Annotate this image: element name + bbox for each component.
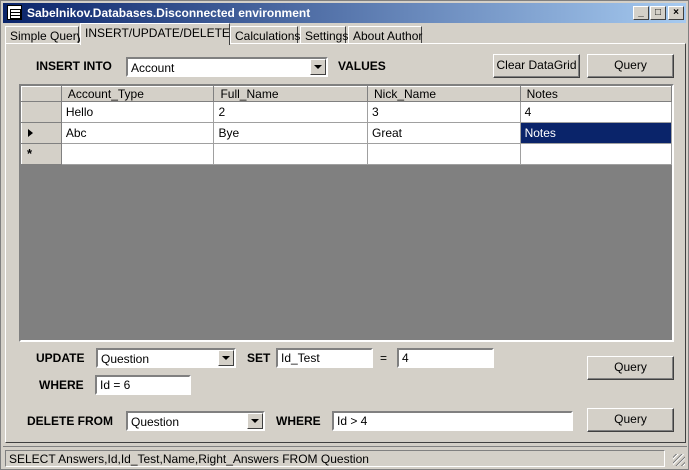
- update-query-button[interactable]: Query: [587, 356, 674, 380]
- delete-from-label: DELETE FROM: [27, 414, 113, 428]
- grid-cell-selected[interactable]: Notes: [520, 122, 673, 144]
- delete-where-input[interactable]: Id > 4: [332, 411, 573, 431]
- window-title: Sabelnikov.Databases.Disconnected enviro…: [27, 6, 311, 20]
- minimize-icon[interactable]: _: [633, 6, 649, 20]
- tab-settings[interactable]: Settings: [300, 26, 348, 44]
- delete-query-button[interactable]: Query: [587, 408, 674, 432]
- resize-grip-icon[interactable]: [673, 454, 685, 466]
- equals-label: =: [380, 351, 388, 365]
- tab-about-author[interactable]: About Author: [348, 26, 422, 44]
- grid-cell[interactable]: Hello: [61, 101, 215, 123]
- update-label: UPDATE: [36, 351, 85, 365]
- table-row[interactable]: Abc Bye Great Notes: [21, 122, 673, 144]
- row-header-current[interactable]: [21, 122, 62, 144]
- grid-cell[interactable]: [520, 143, 673, 165]
- grid-cell[interactable]: [61, 143, 215, 165]
- data-grid[interactable]: Account_Type Full_Name Nick_Name Notes H…: [19, 84, 674, 342]
- set-label: SET: [247, 351, 271, 365]
- set-value-input[interactable]: 4: [397, 348, 494, 368]
- data-grid-table: Account_Type Full_Name Nick_Name Notes H…: [21, 86, 673, 165]
- insert-query-button[interactable]: Query: [587, 54, 674, 78]
- title-bar[interactable]: Sabelnikov.Databases.Disconnected enviro…: [3, 3, 686, 23]
- new-row-asterisk-icon: *: [27, 146, 33, 161]
- chevron-down-icon[interactable]: [247, 413, 263, 429]
- current-row-pointer-icon: [28, 129, 33, 137]
- column-header[interactable]: Full_Name: [213, 86, 368, 102]
- table-row[interactable]: Hello 2 3 4: [21, 101, 673, 123]
- set-field-input[interactable]: Id_Test: [276, 348, 373, 368]
- update-where-input[interactable]: Id = 6: [95, 375, 191, 395]
- grid-cell[interactable]: 3: [367, 101, 521, 123]
- row-header-corner: [21, 86, 62, 102]
- grid-cell[interactable]: 2: [213, 101, 368, 123]
- row-header[interactable]: [21, 101, 62, 123]
- status-text: SELECT Answers,Id,Id_Test,Name,Right_Ans…: [5, 450, 665, 467]
- grid-cell[interactable]: [213, 143, 368, 165]
- clear-datagrid-button[interactable]: Clear DataGrid: [493, 54, 580, 78]
- tab-insert-update-delete[interactable]: INSERT/UPDATE/DELETE: [80, 23, 230, 45]
- tab-simple-query[interactable]: Simple Query: [5, 26, 83, 44]
- delete-table-select[interactable]: Question: [126, 411, 265, 431]
- grid-cell[interactable]: Great: [367, 122, 521, 144]
- main-window: Sabelnikov.Databases.Disconnected enviro…: [0, 0, 689, 470]
- chevron-down-icon[interactable]: [218, 350, 234, 366]
- insert-table-value: Account: [131, 61, 175, 75]
- update-table-select[interactable]: Question: [96, 348, 236, 368]
- tab-strip: Simple Query INSERT/UPDATE/DELETE Calcul…: [5, 23, 685, 45]
- delete-where-label: WHERE: [276, 414, 321, 428]
- new-row[interactable]: *: [21, 143, 673, 165]
- grid-header-row: Account_Type Full_Name Nick_Name Notes: [21, 86, 673, 102]
- update-where-label: WHERE: [39, 378, 84, 392]
- insert-table-select[interactable]: Account: [126, 57, 328, 77]
- close-icon[interactable]: ×: [668, 6, 684, 20]
- insert-into-label: INSERT INTO: [36, 59, 112, 73]
- column-header[interactable]: Nick_Name: [367, 86, 521, 102]
- row-header-new[interactable]: *: [21, 143, 62, 165]
- chevron-down-icon[interactable]: [310, 59, 326, 75]
- update-table-value: Question: [101, 352, 150, 366]
- grid-cell[interactable]: 4: [520, 101, 673, 123]
- delete-table-value: Question: [131, 415, 180, 429]
- maximize-icon[interactable]: □: [650, 6, 666, 20]
- grid-cell[interactable]: [367, 143, 521, 165]
- values-label: VALUES: [338, 59, 386, 73]
- column-header[interactable]: Notes: [519, 86, 673, 102]
- grid-cell[interactable]: Abc: [61, 122, 215, 144]
- grid-cell[interactable]: Bye: [213, 122, 368, 144]
- app-icon[interactable]: [7, 5, 22, 20]
- status-bar: SELECT Answers,Id,Id_Test,Name,Right_Ans…: [3, 446, 687, 468]
- tab-calculations[interactable]: Calculations: [230, 26, 300, 44]
- column-header[interactable]: Account_Type: [60, 86, 215, 102]
